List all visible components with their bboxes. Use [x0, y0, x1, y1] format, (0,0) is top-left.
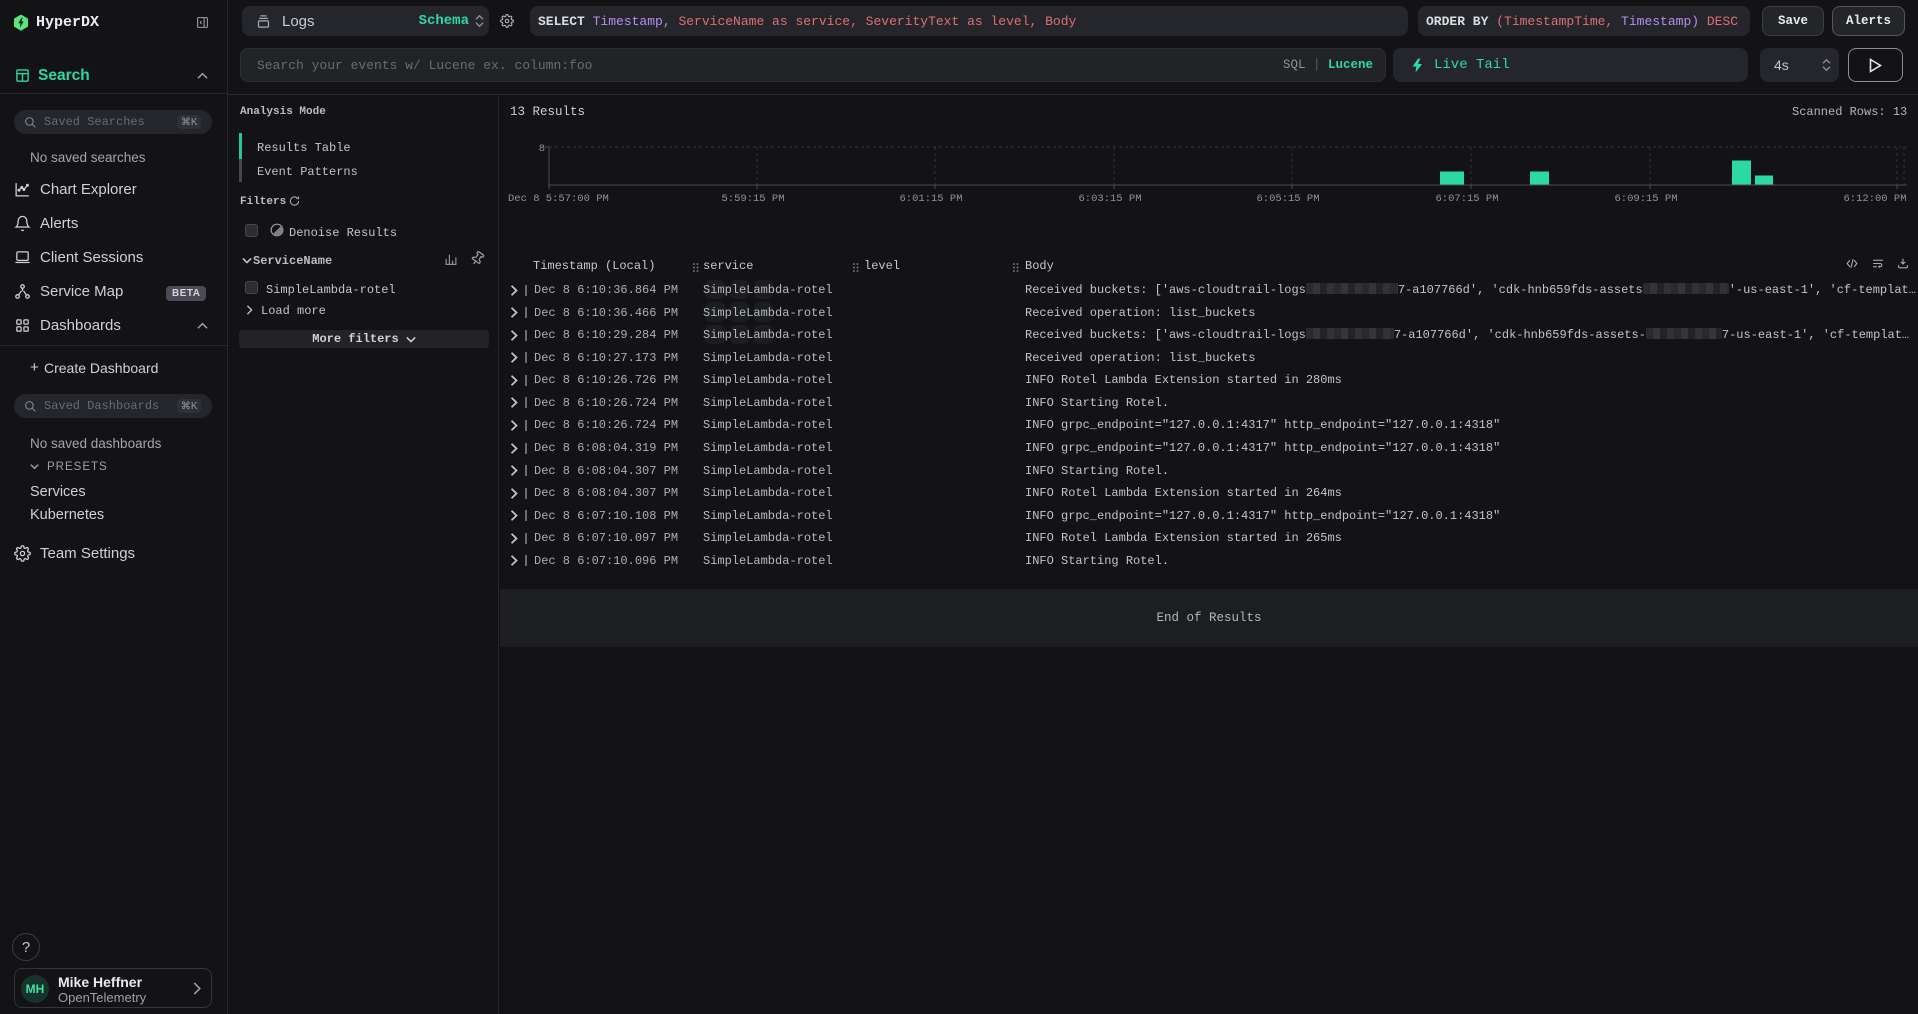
svg-text:Dec 8 5:57:00 PM: Dec 8 5:57:00 PM [508, 193, 609, 205]
svg-text:6:09:15 PM: 6:09:15 PM [1614, 193, 1677, 205]
svg-text:6:03:15 PM: 6:03:15 PM [1078, 193, 1141, 205]
svg-text:6:12:00 PM: 6:12:00 PM [1843, 193, 1906, 205]
svg-text:6:01:15 PM: 6:01:15 PM [899, 193, 962, 205]
svg-text:5:59:15 PM: 5:59:15 PM [721, 193, 784, 205]
svg-text:8: 8 [539, 143, 545, 155]
svg-text:6:07:15 PM: 6:07:15 PM [1435, 193, 1498, 205]
svg-text:6:05:15 PM: 6:05:15 PM [1256, 193, 1319, 205]
